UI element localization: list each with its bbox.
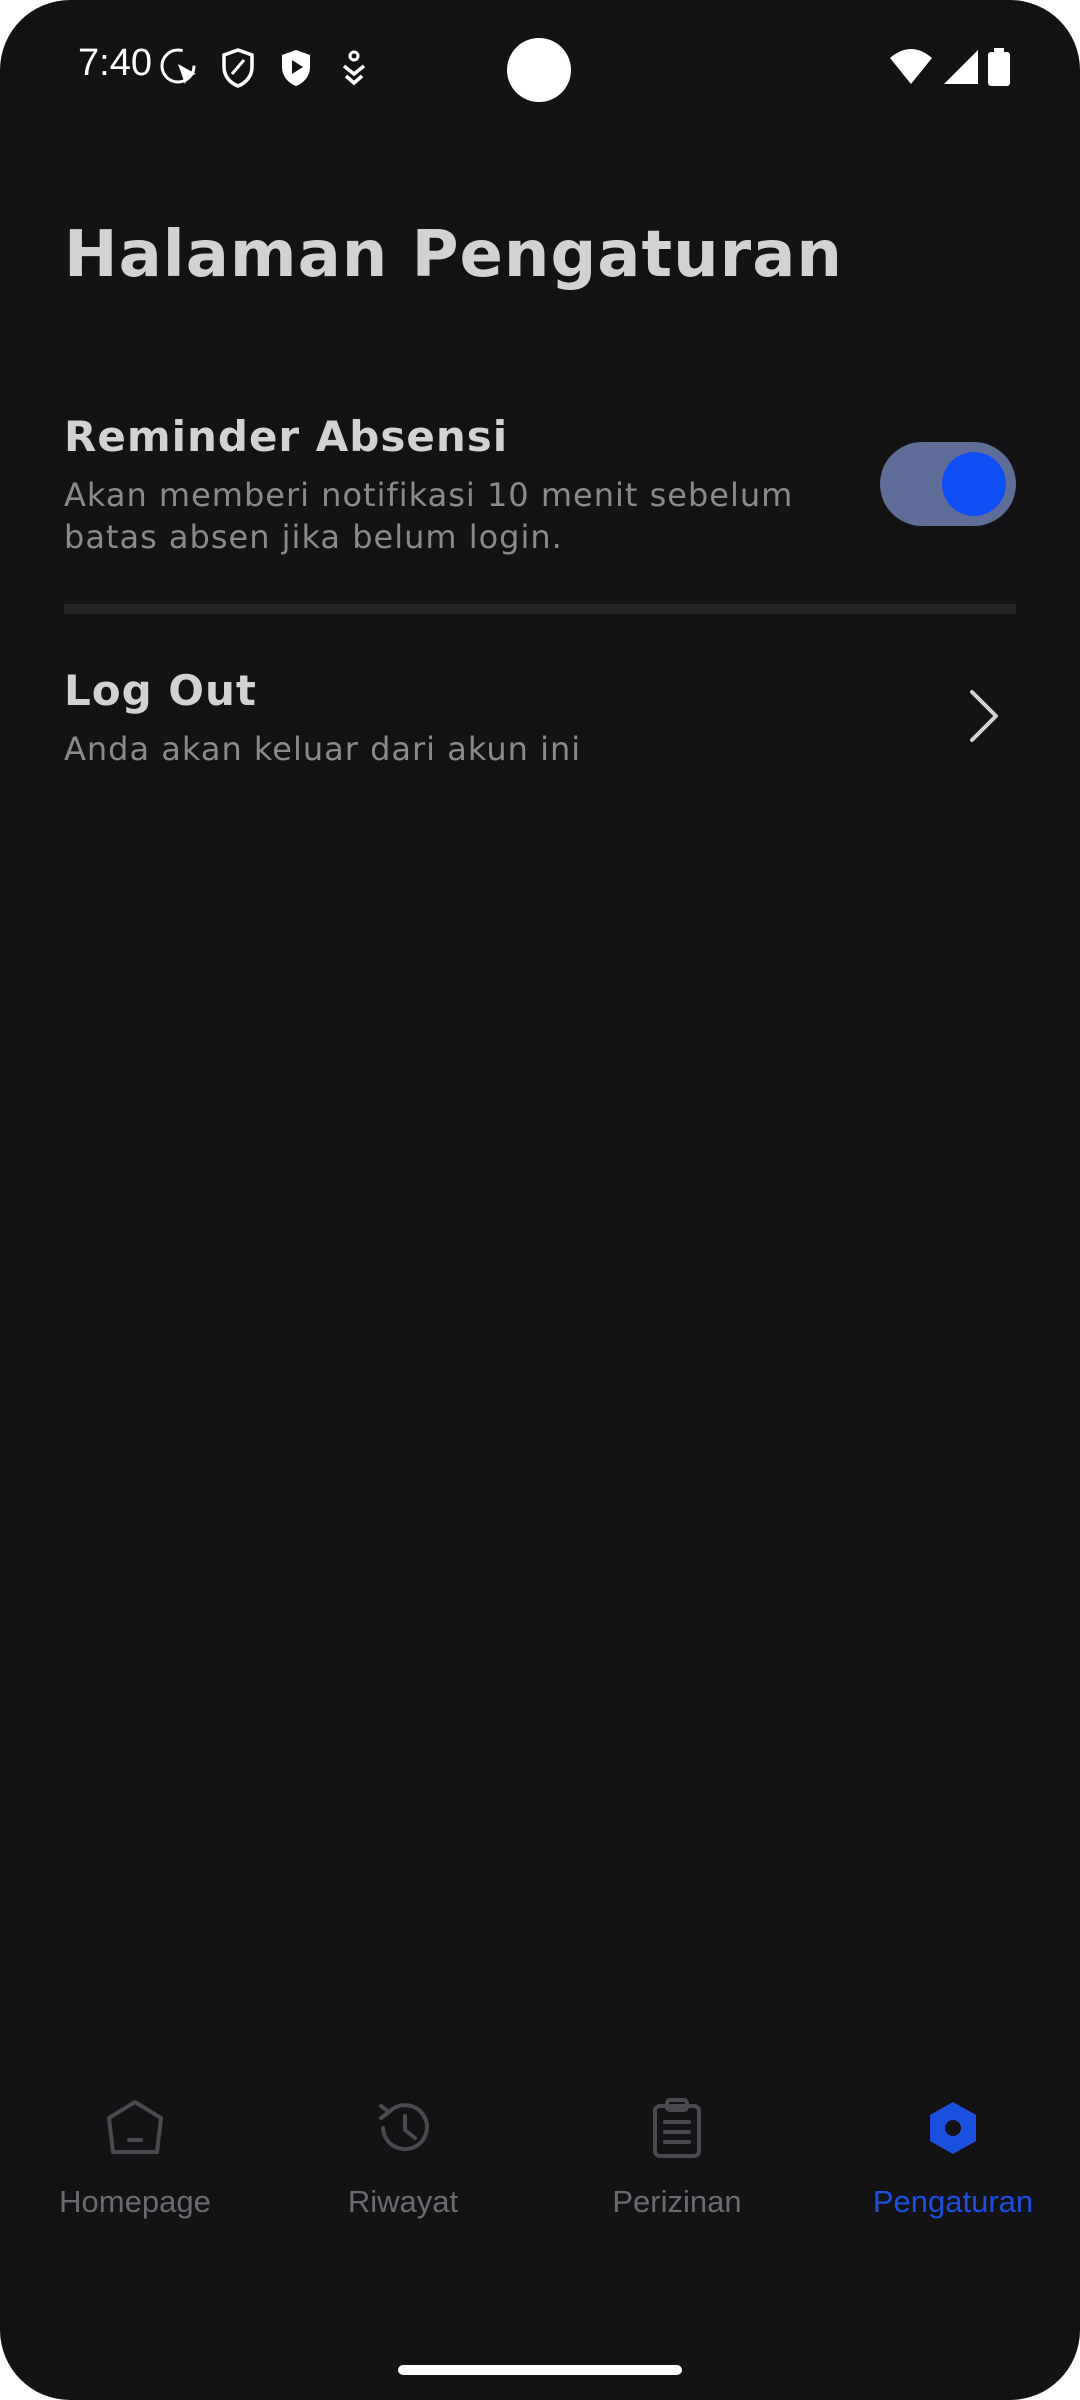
logout-row[interactable]: Log Out Anda akan keluar dari akun ini bbox=[64, 666, 1016, 776]
reminder-description: Akan memberi notifikasi 10 menit sebelum… bbox=[64, 476, 794, 556]
app-screen: 7:40 Halaman Pengaturan Reminder Absensi… bbox=[0, 0, 1080, 2400]
reminder-setting-row: Reminder Absensi Akan memberi notifikasi… bbox=[64, 412, 1016, 562]
nav-label-perizinan: Perizinan bbox=[612, 2184, 742, 2219]
chevron-right-icon bbox=[970, 690, 998, 742]
nav-item-homepage[interactable]: Homepage bbox=[0, 2080, 270, 2260]
shield-outline-icon bbox=[222, 48, 254, 88]
battery-icon bbox=[988, 48, 1010, 86]
bottom-navigation: Homepage Riwayat Perizinan Pengaturan bbox=[0, 2080, 1080, 2280]
download-arrow-icon bbox=[342, 50, 366, 86]
camera-cutout bbox=[507, 38, 571, 102]
logout-title: Log Out bbox=[64, 666, 257, 715]
nav-item-pengaturan[interactable]: Pengaturan bbox=[818, 2080, 1080, 2260]
settings-hexagon-icon bbox=[930, 2102, 976, 2154]
toggle-knob bbox=[942, 452, 1006, 516]
nav-label-riwayat: Riwayat bbox=[347, 2184, 459, 2219]
logout-description: Anda akan keluar dari akun ini bbox=[64, 730, 582, 768]
clipboard-icon bbox=[653, 2098, 701, 2158]
reminder-title: Reminder Absensi bbox=[64, 412, 509, 461]
home-icon bbox=[107, 2100, 163, 2154]
shield-play-icon bbox=[282, 50, 310, 86]
page-title: Halaman Pengaturan bbox=[64, 218, 843, 292]
status-bar: 7:40 bbox=[0, 0, 1080, 140]
reminder-toggle[interactable] bbox=[880, 442, 1016, 526]
nav-item-perizinan[interactable]: Perizinan bbox=[542, 2080, 812, 2260]
cursor-circle-icon bbox=[160, 48, 196, 84]
divider bbox=[64, 604, 1016, 614]
home-indicator[interactable] bbox=[398, 2365, 682, 2375]
history-icon bbox=[379, 2103, 429, 2152]
nav-label-homepage: Homepage bbox=[59, 2184, 211, 2219]
nav-item-riwayat[interactable]: Riwayat bbox=[268, 2080, 538, 2260]
nav-label-pengaturan: Pengaturan bbox=[872, 2184, 1034, 2219]
status-time: 7:40 bbox=[78, 42, 152, 84]
wifi-icon bbox=[890, 49, 932, 84]
signal-icon bbox=[944, 50, 978, 84]
